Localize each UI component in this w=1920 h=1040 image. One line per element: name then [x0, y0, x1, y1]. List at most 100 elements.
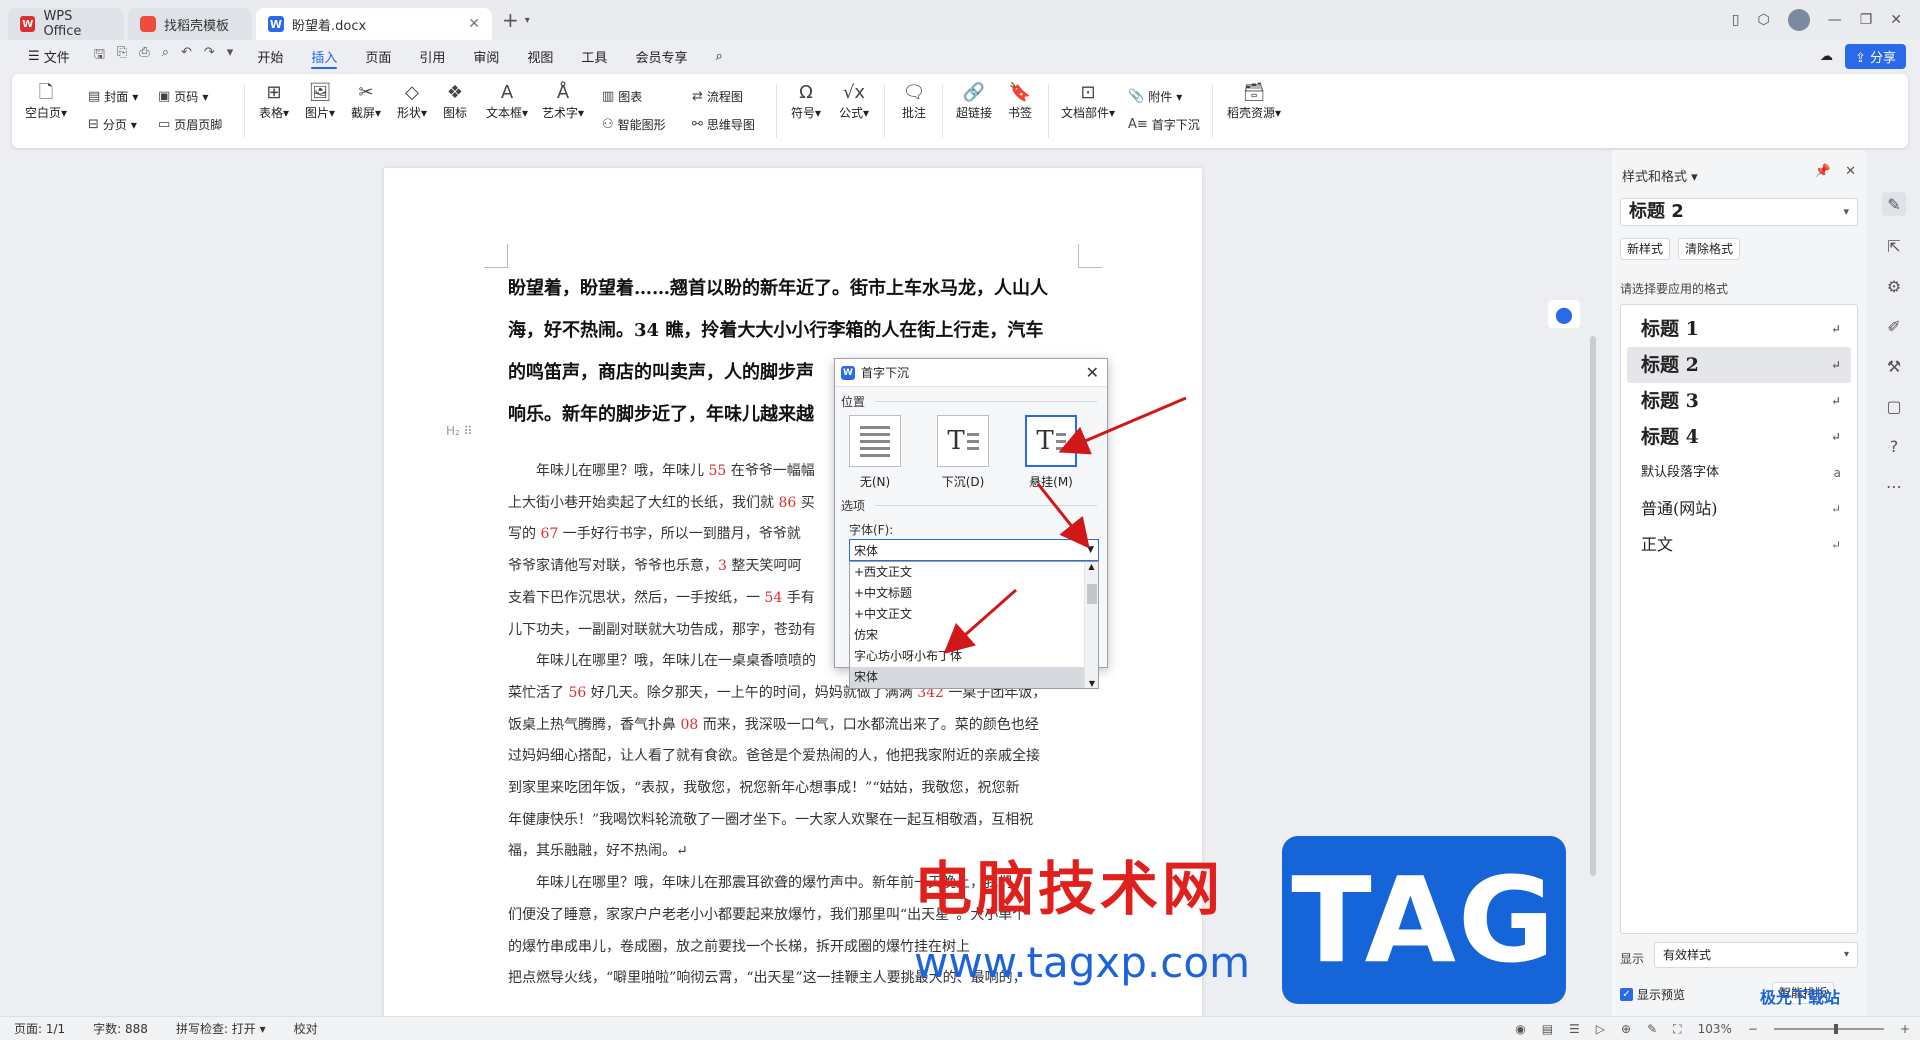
menu-tab-references[interactable]: 引用: [405, 40, 459, 72]
cover-button[interactable]: ▤ 封面 ▾: [88, 88, 138, 105]
page-number-button[interactable]: ▣ 页码 ▾: [158, 88, 208, 105]
close-icon[interactable]: ✕: [468, 16, 480, 32]
print-icon[interactable]: ⎙: [139, 45, 149, 67]
page-break-button[interactable]: ⊟ 分页 ▾: [88, 116, 137, 133]
location-pin-icon[interactable]: ⬤: [1548, 300, 1580, 328]
screenshot-button[interactable]: ✂ 截屏▾: [346, 82, 386, 121]
menu-tab-page[interactable]: 页面: [351, 40, 405, 72]
menu-tab-view[interactable]: 视图: [513, 40, 567, 72]
tools-icon[interactable]: ⚒: [1882, 354, 1906, 378]
style-item[interactable]: 标题 4 ↵: [1627, 419, 1851, 455]
panel-title[interactable]: 样式和格式 ▾: [1622, 166, 1698, 185]
chevron-down-icon[interactable]: ▾: [525, 15, 530, 26]
clear-format-button[interactable]: 清除格式: [1678, 238, 1741, 260]
doc-parts-button[interactable]: ⊡ 文档部件▾: [1058, 82, 1118, 121]
save-icon[interactable]: 🖫: [94, 45, 105, 67]
wordart-button[interactable]: Å 艺术字▾: [540, 82, 586, 121]
eye-icon[interactable]: ◉: [1515, 1022, 1525, 1036]
zoom-out-icon[interactable]: −: [1748, 1022, 1758, 1036]
more-icon[interactable]: ⋯: [1882, 474, 1906, 498]
new-tab-button[interactable]: +: [502, 8, 519, 32]
current-style-select[interactable]: 标题 2 ▾: [1620, 198, 1858, 226]
menu-tab-insert[interactable]: 插入: [297, 40, 351, 72]
print-preview-icon[interactable]: ⌕: [162, 45, 169, 67]
cloud-sync-icon[interactable]: ☁: [1820, 49, 1833, 64]
comment-button[interactable]: 🗨 批注: [894, 82, 934, 121]
icon-button[interactable]: ❖ 图标: [438, 82, 472, 121]
undo-icon[interactable]: ↶: [181, 45, 192, 67]
smart-graphic-button[interactable]: ⚇ 智能图形: [602, 116, 666, 133]
restore-icon[interactable]: ❐: [1860, 12, 1873, 28]
style-item[interactable]: 正文 ↵: [1627, 527, 1851, 563]
page-view-icon[interactable]: ▤: [1542, 1022, 1553, 1036]
menu-tab-tools[interactable]: 工具: [567, 40, 621, 72]
help-icon[interactable]: ?: [1882, 434, 1906, 458]
option-none[interactable]: 无(N): [849, 415, 901, 490]
layout-icon[interactable]: ▯: [1732, 12, 1740, 28]
zoom-slider-knob[interactable]: [1833, 1024, 1838, 1034]
menu-tab-review[interactable]: 审阅: [459, 40, 513, 72]
zoom-in-icon[interactable]: +: [1900, 1022, 1910, 1036]
scroll-up-icon[interactable]: ▲: [1085, 562, 1098, 571]
share-button[interactable]: ⇪ 分享: [1844, 44, 1906, 69]
edit-doc-icon[interactable]: ✐: [1882, 314, 1906, 338]
page-count[interactable]: 页面: 1/1: [0, 1020, 79, 1037]
menu-tab-home[interactable]: 开始: [243, 40, 297, 72]
chevron-down-icon[interactable]: ▾: [227, 45, 234, 67]
word-count[interactable]: 字数: 888: [79, 1020, 162, 1037]
zoom-level[interactable]: 103%: [1698, 1022, 1732, 1036]
chart-button[interactable]: ▥ 图表: [602, 88, 642, 105]
play-icon[interactable]: ▷: [1596, 1022, 1605, 1036]
header-footer-button[interactable]: ▭ 页眉页脚: [158, 116, 222, 133]
new-style-button[interactable]: 新样式: [1620, 238, 1671, 260]
mindmap-button[interactable]: ⚯ 思维导图: [692, 116, 755, 133]
web-view-icon[interactable]: ⊕: [1621, 1022, 1631, 1036]
adjust-icon[interactable]: ⚙: [1882, 274, 1906, 298]
font-list-item[interactable]: +中文正文: [850, 604, 1098, 625]
font-list-item[interactable]: 字心坊小呀小布丁体: [850, 646, 1098, 667]
docer-resources-button[interactable]: 🗃 稻壳资源▾: [1224, 82, 1284, 121]
close-icon[interactable]: ✕: [1845, 164, 1856, 179]
option-dropped[interactable]: T 下沉(D): [937, 415, 989, 490]
cube-icon[interactable]: ⬡: [1757, 12, 1769, 28]
search-button[interactable]: ⌕: [701, 40, 736, 72]
font-list-item[interactable]: 仿宋: [850, 625, 1098, 646]
font-list-item[interactable]: +西文正文: [850, 562, 1098, 583]
close-window-icon[interactable]: ✕: [1890, 12, 1902, 28]
heading-level-marker[interactable]: H₂ ⠿: [446, 424, 472, 438]
hyperlink-button[interactable]: 🔗 超链接: [952, 82, 996, 121]
minimize-icon[interactable]: —: [1828, 12, 1842, 28]
book-icon[interactable]: ▢: [1882, 394, 1906, 418]
style-item[interactable]: 默认段落字体 a: [1627, 455, 1851, 491]
formula-button[interactable]: √x 公式▾: [834, 82, 874, 121]
shape-button[interactable]: ◇ 形状▾: [392, 82, 432, 121]
menu-tab-member[interactable]: 会员专享: [621, 40, 701, 72]
show-preview-checkbox[interactable]: ✓ 显示预览: [1620, 986, 1685, 1003]
bookmark-button[interactable]: 🔖 书签: [1002, 82, 1038, 121]
proofread-button[interactable]: 校对: [280, 1020, 332, 1037]
chevron-down-icon[interactable]: ▼: [1087, 545, 1094, 555]
font-list-item[interactable]: +中文标题: [850, 583, 1098, 604]
style-item[interactable]: 普通(网站) ↵: [1627, 491, 1851, 527]
show-filter-select[interactable]: 有效样式 ▾: [1654, 942, 1858, 968]
scroll-thumb[interactable]: [1087, 584, 1097, 604]
outline-view-icon[interactable]: ☰: [1569, 1022, 1580, 1036]
style-item[interactable]: 标题 1 ↵: [1627, 311, 1851, 347]
attachment-button[interactable]: 📎 附件 ▾: [1128, 88, 1182, 105]
dropdown-scrollbar[interactable]: ▲ ▼: [1084, 562, 1098, 688]
drop-cap-button[interactable]: A≡ 首字下沉: [1128, 116, 1200, 133]
pen-style-icon[interactable]: ✎: [1882, 192, 1906, 216]
style-item[interactable]: 标题 3 ↵: [1627, 383, 1851, 419]
vertical-scrollbar[interactable]: [1590, 336, 1596, 876]
avatar[interactable]: [1787, 9, 1810, 31]
spell-check-toggle[interactable]: 拼写检查: 打开 ▾: [162, 1020, 280, 1037]
zoom-slider[interactable]: [1773, 1024, 1884, 1034]
flowchart-button[interactable]: ⇄ 流程图: [692, 88, 743, 105]
fit-page-icon[interactable]: ⛶: [1673, 1022, 1681, 1037]
tab-wps-office[interactable]: W WPS Office: [8, 8, 124, 40]
export-icon[interactable]: ⎘: [117, 45, 127, 67]
pin-icon[interactable]: 📌: [1815, 164, 1831, 179]
file-menu[interactable]: ☰ 文件: [14, 40, 84, 72]
tab-document[interactable]: W 盼望着.docx ✕: [256, 8, 492, 40]
redo-icon[interactable]: ↷: [204, 45, 215, 67]
